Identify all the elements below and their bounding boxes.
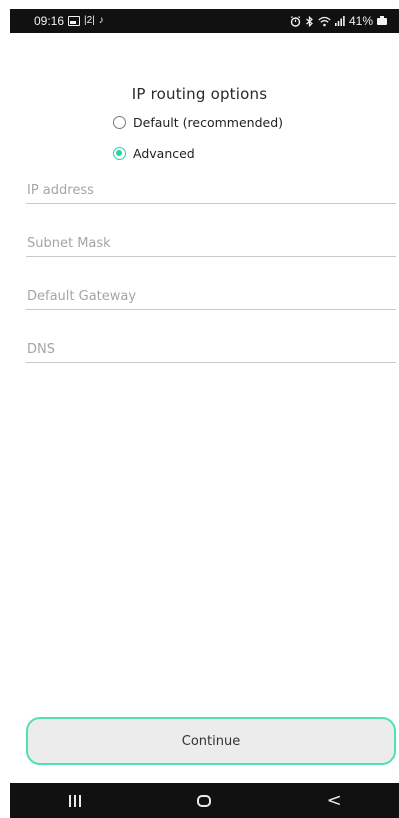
radio-advanced-button[interactable] [113, 147, 126, 160]
back-icon: < [326, 789, 342, 811]
home-button[interactable] [174, 786, 234, 816]
recents-button[interactable] [45, 786, 105, 816]
navigation-bar: < [10, 783, 399, 818]
alarm-icon [290, 15, 301, 27]
status-right: 41% [290, 14, 387, 28]
radio-advanced-label: Advanced [133, 146, 195, 161]
radio-default-label: Default (recommended) [133, 115, 283, 130]
gallery-icon [68, 16, 81, 26]
routing-options-screen: IP routing options Default (recommended)… [10, 33, 399, 783]
default-gateway-field[interactable] [26, 284, 396, 310]
status-bar: 09:16 |2| ♪ 41% [10, 9, 399, 33]
dns-field[interactable] [26, 337, 396, 363]
radio-default-button[interactable] [113, 116, 126, 129]
back-button[interactable]: < [304, 786, 364, 816]
battery-icon [377, 15, 387, 25]
tiktok-icon: ♪ [98, 15, 104, 26]
page-title: IP routing options [131, 85, 268, 103]
status-time: 09:16 [34, 14, 65, 28]
signal-icon [334, 16, 345, 26]
sim-2-icon: |2| [84, 15, 95, 26]
continue-button[interactable]: Continue [26, 717, 396, 765]
radio-option-default[interactable]: Default (recommended) [113, 115, 283, 130]
recents-icon [68, 794, 81, 807]
radio-option-advanced[interactable]: Advanced [113, 146, 195, 161]
wifi-icon [318, 16, 331, 27]
home-icon [197, 794, 212, 807]
status-left: 09:16 |2| ♪ [34, 14, 104, 28]
bluetooth-icon [305, 15, 314, 27]
battery-percent: 41% [348, 14, 373, 28]
subnet-mask-field[interactable] [26, 231, 396, 257]
ip-address-field[interactable] [26, 178, 396, 204]
device-screen: 09:16 |2| ♪ 41% IP routing options Defau… [0, 0, 399, 818]
